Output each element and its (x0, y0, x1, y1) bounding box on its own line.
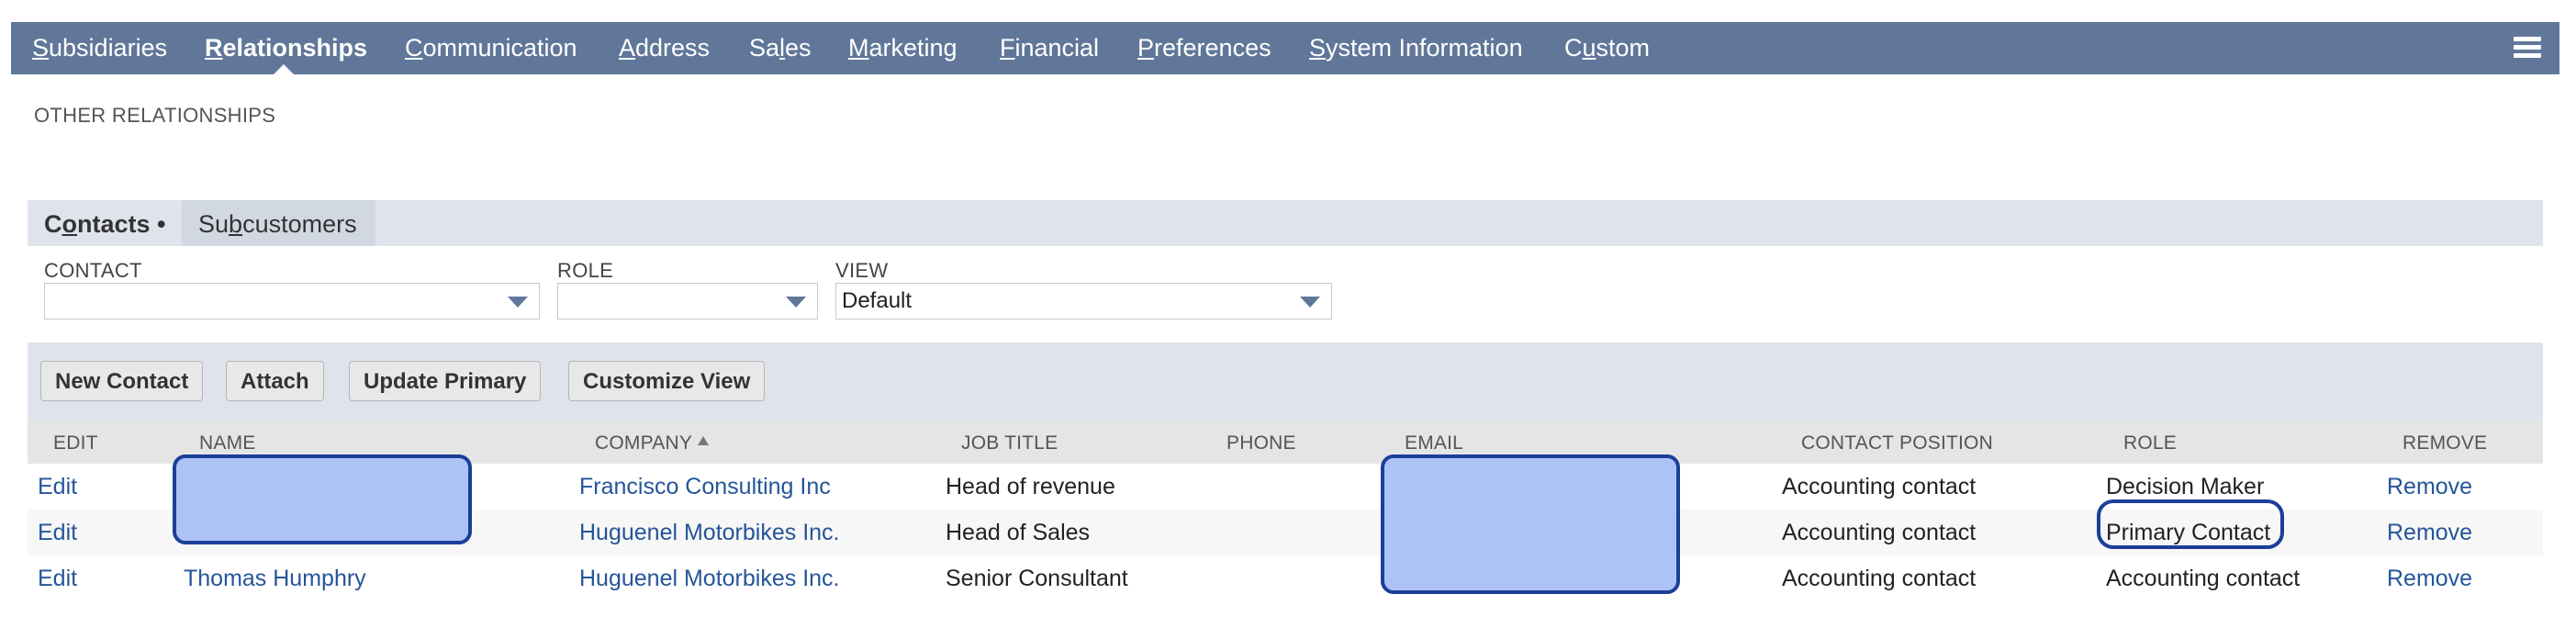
tab-sales[interactable]: Sales (749, 22, 812, 74)
column-header-contact-position[interactable]: CONTACT POSITION (1801, 421, 1993, 464)
column-header-role[interactable]: ROLE (2123, 421, 2177, 464)
chevron-down-icon (786, 297, 806, 308)
company-link[interactable]: Huguenel Motorbikes Inc. (579, 555, 839, 601)
role-value: Accounting contact (2106, 566, 2301, 591)
company-link[interactable]: Huguenel Motorbikes Inc. (579, 510, 839, 555)
column-header-edit: EDIT (53, 432, 98, 454)
subtab-contacts[interactable]: Contacts • (28, 200, 183, 246)
contact-position-value: Accounting contact (1782, 520, 1977, 545)
edit-link[interactable]: Edit (38, 555, 77, 601)
subtab-subcustomers[interactable]: Subcustomers (182, 200, 375, 246)
remove-link[interactable]: Remove (2387, 510, 2472, 555)
tab-financial[interactable]: Financial (1000, 22, 1099, 74)
table-row: Edit Thomas Humphry Huguenel Motorbikes … (28, 555, 2543, 601)
job-title-value: Head of revenue (946, 474, 1115, 499)
role-filter-select[interactable] (557, 283, 818, 320)
remove-link[interactable]: Remove (2387, 464, 2472, 510)
tab-system-information[interactable]: System Information (1309, 22, 1523, 74)
update-primary-button[interactable]: Update Primary (349, 361, 542, 401)
filter-area: CONTACT ROLE VIEW Default (28, 246, 2543, 342)
column-header-company[interactable]: COMPANY (595, 421, 710, 464)
contact-name[interactable]: Thomas Humphry (184, 555, 366, 601)
role-filter-label: ROLE (557, 259, 614, 282)
contact-position-value: Accounting contact (1782, 474, 1977, 499)
chevron-down-icon (508, 297, 528, 308)
job-title-value: Head of Sales (946, 520, 1091, 545)
chevron-down-icon (1300, 297, 1320, 308)
contact-position-value: Accounting contact (1782, 566, 1977, 591)
view-filter-select[interactable]: Default (835, 283, 1332, 320)
tab-custom[interactable]: Custom (1564, 22, 1650, 74)
email-redaction-box (1381, 454, 1680, 594)
hamburger-menu-icon[interactable] (2514, 37, 2541, 61)
attach-button[interactable]: Attach (226, 361, 324, 401)
tab-marketing[interactable]: Marketing (848, 22, 958, 74)
primary-contact-highlight (2097, 499, 2284, 549)
view-filter-value: Default (842, 288, 913, 313)
view-filter-label: VIEW (835, 259, 889, 282)
sort-ascending-icon (698, 436, 710, 446)
tab-subsidiaries[interactable]: Subsidiaries (32, 22, 167, 74)
new-contact-button[interactable]: New Contact (40, 361, 204, 401)
contact-filter-select[interactable] (44, 283, 540, 320)
edit-link[interactable]: Edit (38, 464, 77, 510)
remove-link[interactable]: Remove (2387, 555, 2472, 601)
customize-view-button[interactable]: Customize View (568, 361, 766, 401)
job-title-value: Senior Consultant (946, 566, 1128, 591)
tab-preferences[interactable]: Preferences (1137, 22, 1271, 74)
tab-communication[interactable]: Communication (405, 22, 577, 74)
record-tab-bar: Subsidiaries Relationships Communication… (11, 22, 2559, 74)
unsaved-dot-icon: • (150, 210, 166, 238)
section-label: OTHER RELATIONSHIPS (34, 104, 276, 127)
column-header-job-title[interactable]: JOB TITLE (961, 421, 1058, 464)
company-link[interactable]: Francisco Consulting Inc (579, 464, 831, 510)
contact-filter-label: CONTACT (44, 259, 142, 282)
name-redaction-box (173, 454, 472, 544)
column-header-phone[interactable]: PHONE (1226, 421, 1296, 464)
active-tab-caret-icon (274, 64, 294, 74)
column-header-remove: REMOVE (2402, 432, 2488, 454)
button-row: New Contact Attach Update Primary Custom… (28, 342, 2543, 421)
edit-link[interactable]: Edit (38, 510, 77, 555)
tab-address[interactable]: Address (619, 22, 710, 74)
